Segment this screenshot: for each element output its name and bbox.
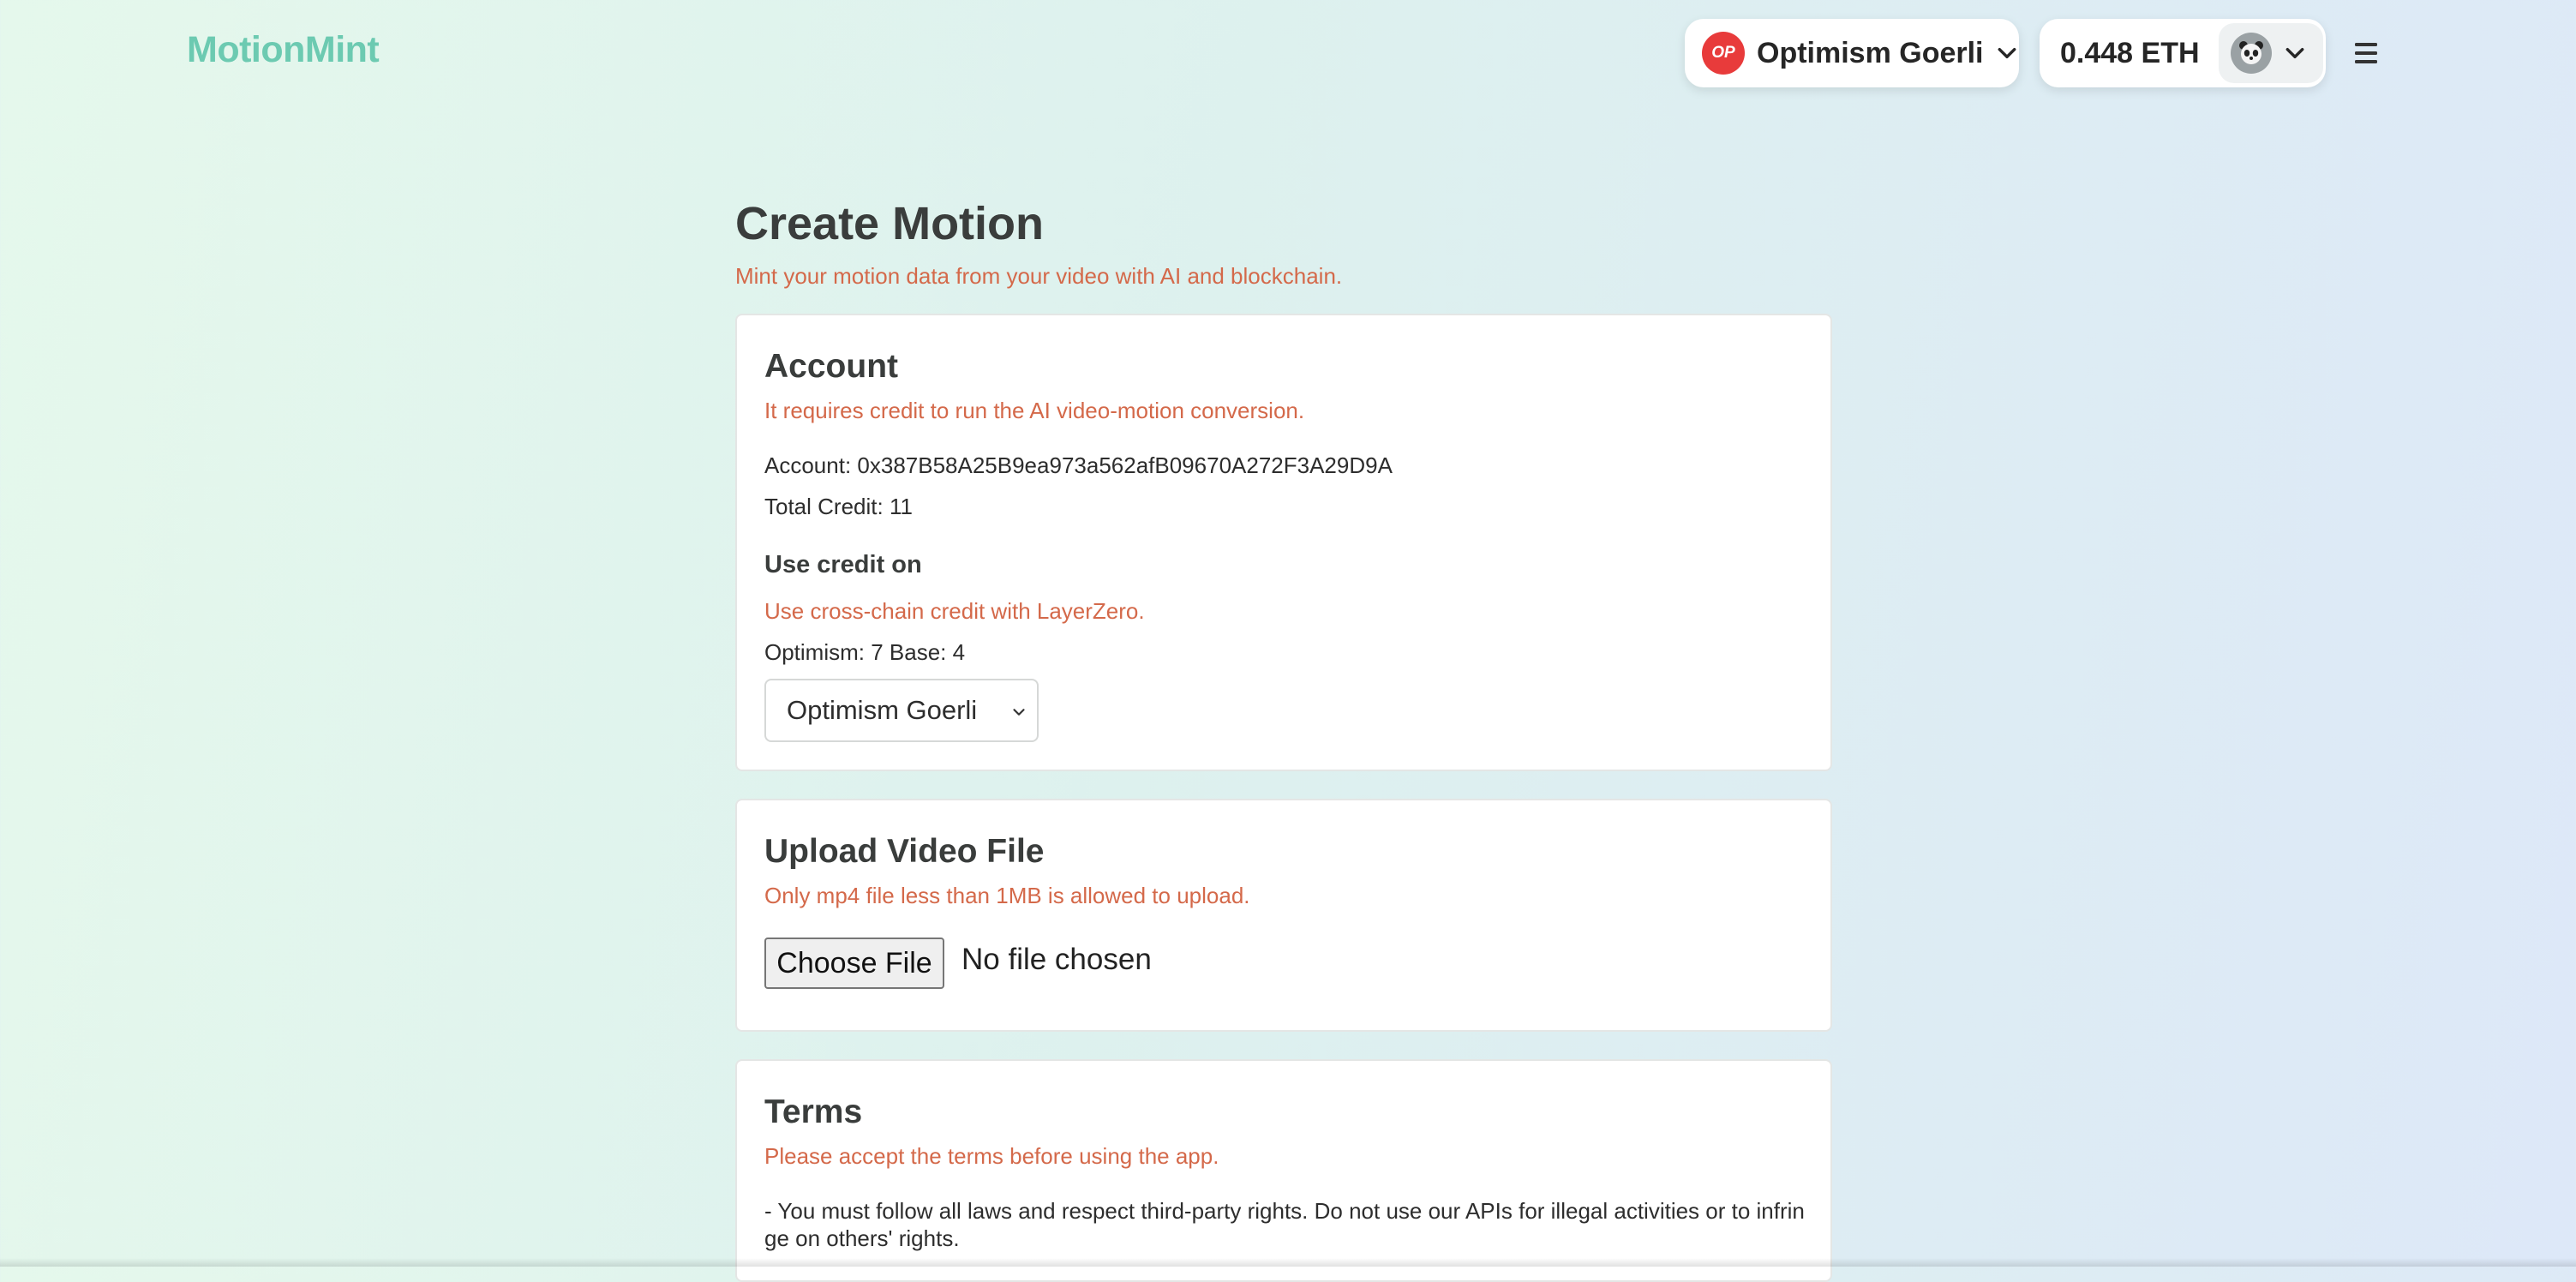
account-card: Account It requires credit to run the AI… <box>735 314 1832 771</box>
terms-card-hint: Please accept the terms before using the… <box>764 1143 1219 1169</box>
upload-card-hint: Only mp4 file less than 1MB is allowed t… <box>764 883 1250 908</box>
credit-chain-select[interactable]: Optimism Goerli <box>764 679 1039 742</box>
upload-card: Upload Video File Only mp4 file less tha… <box>735 799 1832 1032</box>
use-credit-hint: Use cross-chain credit with LayerZero. <box>764 598 1145 624</box>
page-title: Create Motion <box>735 198 1045 249</box>
chain-credit-breakdown: Optimism: 7 Base: 4 <box>764 639 966 665</box>
chevron-down-icon <box>1013 709 1025 716</box>
file-status-text: No file chosen <box>962 943 1152 976</box>
account-avatar-pill[interactable] <box>2218 23 2323 83</box>
choose-file-button[interactable]: Choose File <box>764 938 944 989</box>
chevron-down-icon <box>2285 47 2303 59</box>
chevron-down-icon <box>1998 47 2016 59</box>
use-credit-title: Use credit on <box>764 551 922 578</box>
terms-card-title: Terms <box>764 1093 863 1130</box>
panda-avatar-icon <box>2230 33 2272 74</box>
page-header: Create Motion Mint your motion data from… <box>735 189 1832 291</box>
optimism-icon: OP <box>1702 32 1745 75</box>
page-subtitle: Mint your motion data from your video wi… <box>735 263 1343 289</box>
network-name: Optimism Goerli <box>1757 36 1984 69</box>
account-address: Account: 0x387B58A25B9ea973a562afB09670A… <box>764 452 1393 478</box>
terms-text-line-2: ge on others' rights. <box>764 1225 960 1251</box>
total-credit: Total Credit: 11 <box>764 494 913 519</box>
upload-card-title: Upload Video File <box>764 833 1045 870</box>
credit-chain-select-value: Optimism Goerli <box>787 695 978 725</box>
app-logo[interactable]: MotionMint <box>187 29 380 71</box>
account-card-hint: It requires credit to run the AI video-m… <box>764 398 1305 423</box>
wallet-account-button[interactable]: 0.448 ETH <box>2040 19 2326 87</box>
terms-card: Terms Please accept the terms before usi… <box>735 1059 1832 1282</box>
bottom-shadow <box>0 1258 2576 1267</box>
account-card-title: Account <box>764 348 898 385</box>
terms-text-line-1: - You must follow all laws and respect t… <box>764 1198 1805 1224</box>
wallet-balance: 0.448 ETH <box>2060 36 2200 69</box>
top-navbar: MotionMint OP Optimism Goerli 0.448 ETH <box>0 0 2576 106</box>
hamburger-menu-icon[interactable] <box>2350 36 2382 70</box>
network-switcher-button[interactable]: OP Optimism Goerli <box>1685 19 2019 87</box>
